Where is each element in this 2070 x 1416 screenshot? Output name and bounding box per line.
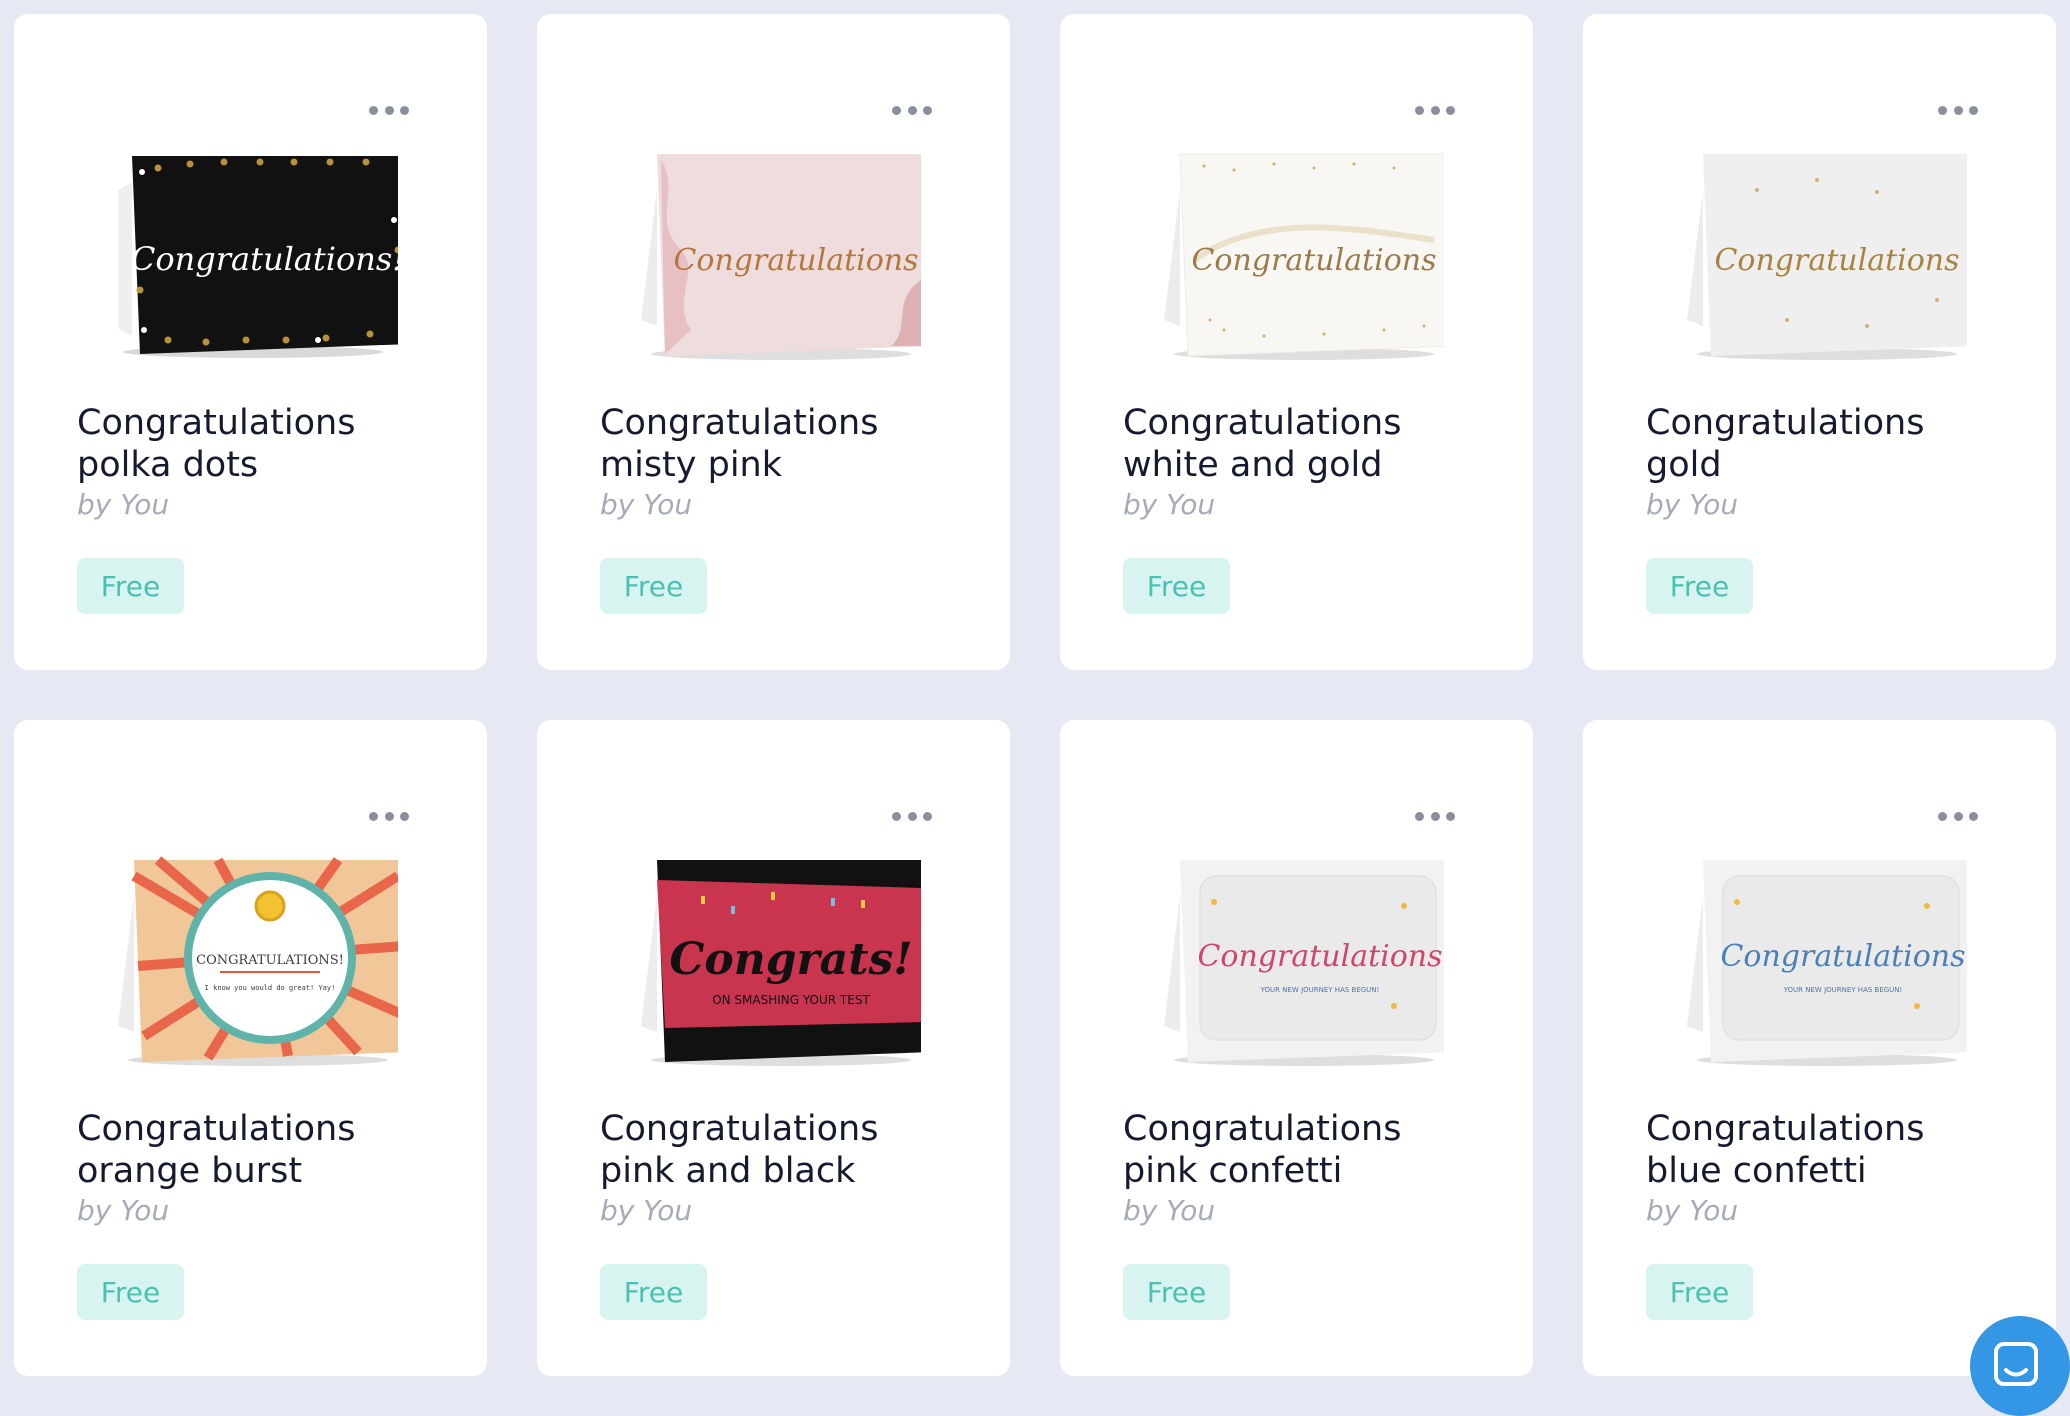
more-options-icon[interactable] xyxy=(1415,808,1455,824)
template-title[interactable]: Congratulations misty pink xyxy=(600,402,980,486)
template-title[interactable]: Congratulations pink confetti xyxy=(1123,1108,1503,1192)
card-thumbnail[interactable]: Congratulations YOUR NEW JOURNEY HAS BEG… xyxy=(1667,836,1967,1076)
svg-text:Congratulations: Congratulations xyxy=(673,243,918,278)
more-options-icon[interactable] xyxy=(892,808,932,824)
template-title[interactable]: Congratulations pink and black xyxy=(600,1108,980,1192)
svg-text:Congratulations!: Congratulations! xyxy=(131,240,398,278)
template-card[interactable]: Congrats! ON SMASHING YOUR TEST Congratu… xyxy=(537,720,1010,1376)
svg-text:Congratulations: Congratulations xyxy=(1720,939,1965,974)
svg-text:YOUR NEW JOURNEY HAS BEGUN!: YOUR NEW JOURNEY HAS BEGUN! xyxy=(1783,986,1903,994)
card-thumbnail[interactable]: Congratulations xyxy=(1667,130,1967,370)
more-options-icon[interactable] xyxy=(1415,102,1455,118)
template-author: by You xyxy=(600,1194,693,1227)
more-options-icon[interactable] xyxy=(1938,102,1978,118)
svg-text:YOUR NEW JOURNEY HAS BEGUN!: YOUR NEW JOURNEY HAS BEGUN! xyxy=(1260,986,1380,994)
template-grid: Congratulations! Congratulations polka do… xyxy=(14,14,2056,1376)
card-thumbnail[interactable]: Congratulations! xyxy=(98,130,398,370)
template-title[interactable]: Congratulations orange burst xyxy=(77,1108,457,1192)
template-title[interactable]: Congratulations polka dots xyxy=(77,402,457,486)
svg-text:CONGRATULATIONS!: CONGRATULATIONS! xyxy=(196,953,344,968)
price-badge[interactable]: Free xyxy=(1646,1264,1753,1320)
template-author: by You xyxy=(600,488,693,521)
chat-launcher-button[interactable] xyxy=(1970,1316,2070,1416)
template-author: by You xyxy=(1646,1194,1739,1227)
svg-text:Congrats!: Congrats! xyxy=(669,934,912,985)
template-title[interactable]: Congratulations white and gold xyxy=(1123,402,1503,486)
template-title[interactable]: Congratulations blue confetti xyxy=(1646,1108,2026,1192)
svg-text:Congratulations: Congratulations xyxy=(1714,243,1959,278)
price-badge[interactable]: Free xyxy=(600,558,707,614)
template-author: by You xyxy=(77,488,170,521)
svg-text:I know you would do great! Yay: I know you would do great! Yay! xyxy=(205,984,336,992)
chat-bubble-icon xyxy=(1994,1342,2038,1386)
card-thumbnail[interactable]: CONGRATULATIONS! I know you would do gre… xyxy=(98,836,398,1076)
template-card[interactable]: Congratulations YOUR NEW JOURNEY HAS BEG… xyxy=(1583,720,2056,1376)
more-options-icon[interactable] xyxy=(892,102,932,118)
price-badge[interactable]: Free xyxy=(77,558,184,614)
template-author: by You xyxy=(1646,488,1739,521)
template-card[interactable]: Congratulations Congratulations gold by Y… xyxy=(1583,14,2056,670)
template-card[interactable]: Congratulations Congratulations misty pin… xyxy=(537,14,1010,670)
card-thumbnail[interactable]: Congratulations xyxy=(1144,130,1444,370)
template-title[interactable]: Congratulations gold xyxy=(1646,402,2026,486)
svg-text:ON SMASHING YOUR TEST: ON SMASHING YOUR TEST xyxy=(712,993,870,1007)
template-card[interactable]: Congratulations! Congratulations polka do… xyxy=(14,14,487,670)
price-badge[interactable]: Free xyxy=(1646,558,1753,614)
template-card[interactable]: CONGRATULATIONS! I know you would do gre… xyxy=(14,720,487,1376)
card-thumbnail[interactable]: Congratulations xyxy=(621,130,921,370)
svg-text:Congratulations: Congratulations xyxy=(1197,939,1442,974)
more-options-icon[interactable] xyxy=(369,102,409,118)
template-author: by You xyxy=(1123,1194,1216,1227)
svg-text:Congratulations: Congratulations xyxy=(1191,243,1436,278)
card-thumbnail[interactable]: Congratulations YOUR NEW JOURNEY HAS BEG… xyxy=(1144,836,1444,1076)
template-author: by You xyxy=(1123,488,1216,521)
more-options-icon[interactable] xyxy=(369,808,409,824)
price-badge[interactable]: Free xyxy=(600,1264,707,1320)
price-badge[interactable]: Free xyxy=(1123,558,1230,614)
price-badge[interactable]: Free xyxy=(77,1264,184,1320)
more-options-icon[interactable] xyxy=(1938,808,1978,824)
card-thumbnail[interactable]: Congrats! ON SMASHING YOUR TEST xyxy=(621,836,921,1076)
price-badge[interactable]: Free xyxy=(1123,1264,1230,1320)
template-card[interactable]: Congratulations Congratulations white and… xyxy=(1060,14,1533,670)
template-author: by You xyxy=(77,1194,170,1227)
template-card[interactable]: Congratulations YOUR NEW JOURNEY HAS BEG… xyxy=(1060,720,1533,1376)
